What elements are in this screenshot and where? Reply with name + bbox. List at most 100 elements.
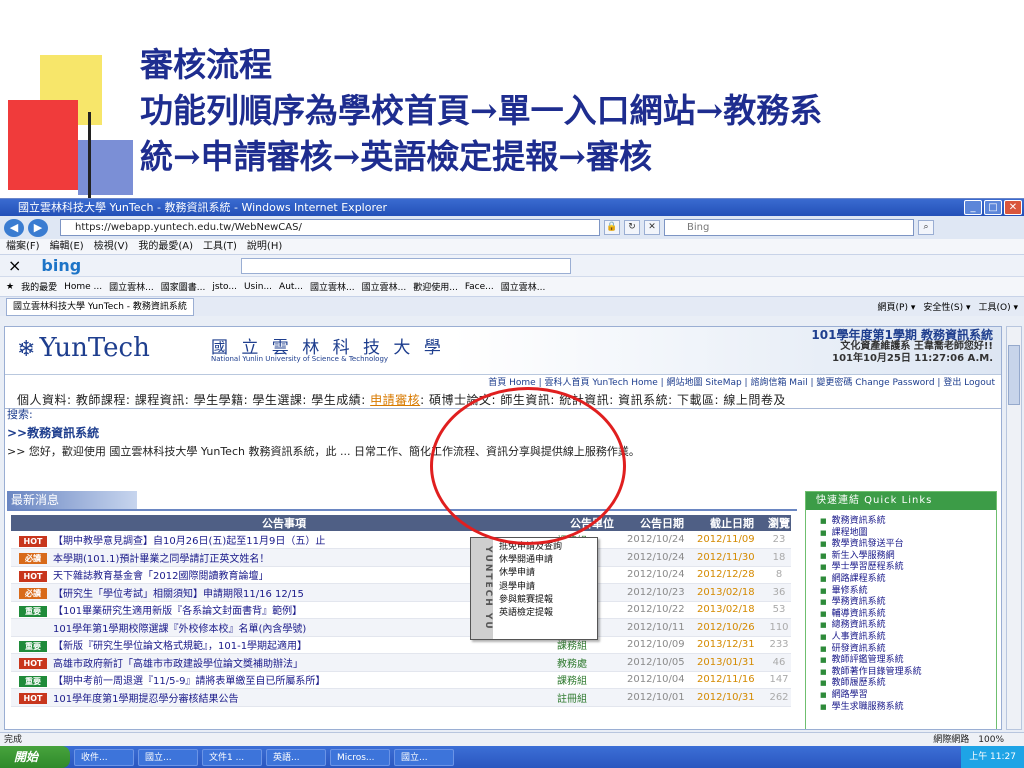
stop-icon[interactable]: ✕ [644, 220, 660, 235]
task-item[interactable]: 收件... [74, 748, 134, 766]
quick-link-item[interactable]: 輔導資訊系統 [820, 609, 996, 621]
nav-apply-review[interactable]: 申請審核 [370, 393, 420, 407]
page-scrollbar[interactable] [1006, 326, 1022, 730]
dropdown-item[interactable]: 退學申請 [499, 581, 562, 594]
favorites-label[interactable]: 我的最愛 [21, 280, 57, 293]
quick-link-item[interactable]: 學生求職服務系統 [820, 702, 996, 714]
favorite-item[interactable]: Usin... [244, 282, 272, 292]
system-tray-clock[interactable]: 上午 11:27 [961, 746, 1024, 768]
news-subject[interactable]: HOT 高雄市政府新訂「高雄市市政建設學位論文獎補助辦法」 [11, 653, 557, 672]
dropdown-item[interactable]: 休學開通申請 [499, 554, 562, 567]
news-subject-text[interactable]: 101學年度第1學期提忍學分審核結果公告 [53, 694, 238, 705]
quick-link-item[interactable]: 新生入學服務網 [820, 551, 996, 563]
favorites-bar: ★ 我的最愛 Home ... 國立雲林... 國家圖書... jsto... … [0, 276, 1024, 296]
favorite-item[interactable]: Face... [465, 282, 494, 292]
address-bar[interactable]: https://webapp.yuntech.edu.tw/WebNewCAS/ [60, 219, 600, 236]
col-end: 截止日期 [697, 515, 767, 531]
news-pub-date: 2012/10/23 [627, 583, 697, 602]
menu-favorites[interactable]: 我的最愛(A) [138, 239, 193, 254]
news-subject-text[interactable]: 高雄市政府新訂「高雄市市政建設學位論文獎補助辦法」 [53, 659, 303, 670]
yuntech-logo[interactable]: ❄ YunTech [17, 333, 150, 363]
tool-tools[interactable]: 工具(O) ▾ [979, 300, 1019, 313]
quick-link-item[interactable]: 網路課程系統 [820, 574, 996, 586]
news-subject-text[interactable]: 【期中教學意見調查】自10月26日(五)起至11月9日（五）止 [53, 536, 325, 547]
menu-tools[interactable]: 工具(T) [203, 239, 237, 254]
quick-link-item[interactable]: 學士學習歷程系統 [820, 562, 996, 574]
news-subject[interactable]: 重要 【期中考前一周退選『11/5-9』請將表單繳至自已所屬系所】 [11, 671, 557, 689]
task-item[interactable]: 文件1 ... [202, 748, 262, 766]
apply-review-dropdown: YUNTECH YU 抵免申請及查詢 休學開通申請 休學申請 退學申請 參與競賽… [470, 537, 598, 640]
nav-items-left[interactable]: 個人資料: 教師課程: 課程資訊: 學生學籍: 學生選課: 學生成績: [17, 393, 370, 407]
favorite-item[interactable]: 國立雲林... [501, 280, 546, 293]
quick-link-item[interactable]: 教師著作目錄管理系統 [820, 667, 996, 679]
table-row[interactable]: 重要 【新版『研究生學位論文格式規範』，101-1學期起適用】 課務組 2012/10… [11, 636, 791, 654]
refresh-icon[interactable]: ↻ [624, 220, 640, 235]
menu-file[interactable]: 檔案(F) [6, 239, 40, 254]
news-subject-text[interactable]: 【101畢業研究生適用新版『各系論文封面書背』範例】 [53, 606, 302, 617]
favorite-item[interactable]: Home ... [64, 282, 102, 292]
task-item[interactable]: 英語... [266, 748, 326, 766]
back-icon[interactable]: ◀ [4, 218, 24, 237]
table-row[interactable]: 重要【101畢業研究生適用新版『各系論文封面書背』範例】課務組2012/10/2… [11, 601, 791, 619]
quick-link-item[interactable]: 教務資訊系統 [820, 516, 996, 528]
favorite-item[interactable]: Aut... [279, 282, 303, 292]
tab-active[interactable]: 國立雲林科技大學 YunTech - 教務資訊系統 [6, 297, 194, 316]
tool-page[interactable]: 網頁(P) ▾ [878, 300, 916, 313]
news-subject-text[interactable]: 本學期(101.1)預計畢業之同學請訂正英文姓名！ [53, 554, 269, 565]
table-row[interactable]: 重要 【期中考前一周退選『11/5-9』請將表單繳至自已所屬系所】 課務組 2012/… [11, 671, 791, 689]
menu-edit[interactable]: 編輯(E) [50, 239, 84, 254]
news-subject-text[interactable]: 【研究生「學位考試」相關須知】申請期限11/16 12/15 [53, 589, 304, 600]
table-row[interactable]: HOT 101學年度第1學期提忍學分審核結果公告 註冊組 2012/10/01 2012… [11, 688, 791, 707]
maximize-button[interactable]: □ [984, 200, 1002, 215]
favorite-item[interactable]: 國立雲林... [310, 280, 355, 293]
quick-link-item[interactable]: 網路學習 [820, 690, 996, 702]
news-subject-text[interactable]: 101學年第1學期校際選課『外校修本校』名單(內含學號) [53, 624, 306, 635]
table-row[interactable]: 101學年第1學期校際選課『外校修本校』名單(內含學號)課務組2012/10/1… [11, 618, 791, 637]
table-row[interactable]: HOT天下雜誌教育基金會「2012國際閱讀教育論壇」教務處2012/10/242… [11, 566, 791, 584]
minimize-button[interactable]: _ [964, 200, 982, 215]
news-subject-text[interactable]: 【期中考前一周退選『11/5-9』請將表單繳至自已所屬系所】 [53, 676, 325, 687]
quick-link-item[interactable]: 研發資訊系統 [820, 644, 996, 656]
bing-logo: bing [41, 256, 82, 275]
news-subject[interactable]: HOT 101學年度第1學期提忍學分審核結果公告 [11, 688, 557, 707]
news-subject-text[interactable]: 【新版『研究生學位論文格式規範』，101-1學期起適用】 [53, 641, 307, 652]
table-row[interactable]: 必讀本學期(101.1)預計畢業之同學請訂正英文姓名！註冊組2012/10/24… [11, 548, 791, 567]
favorite-item[interactable]: 國立雲林... [109, 280, 154, 293]
search-input[interactable]: Bing [664, 219, 914, 236]
zoom-level[interactable]: 100% [978, 735, 1004, 745]
quick-link-item[interactable]: 課程地圖 [820, 528, 996, 540]
favorite-item[interactable]: jsto... [212, 282, 237, 292]
quick-link-item[interactable]: 教學資訊發送平台 [820, 539, 996, 551]
quick-link-item[interactable]: 人事資訊系統 [820, 632, 996, 644]
favorite-item[interactable]: 歡迎使用... [413, 280, 458, 293]
close-toolbar-icon[interactable]: × [8, 256, 21, 275]
window-titlebar: 國立雲林科技大學 YunTech - 教務資訊系統 - Windows Inte… [0, 199, 1024, 216]
search-icon[interactable]: ⌕ [918, 220, 934, 235]
bing-search-input[interactable] [241, 257, 572, 274]
dropdown-item[interactable]: 休學申請 [499, 567, 562, 580]
dropdown-item[interactable]: 參與競賽提報 [499, 594, 562, 607]
quick-link-item[interactable]: 總務資訊系統 [820, 620, 996, 632]
quick-link-item[interactable]: 教師評鑑管理系統 [820, 655, 996, 667]
favorite-item[interactable]: 國家圖書... [161, 280, 206, 293]
quick-link-item[interactable]: 畢修系統 [820, 586, 996, 598]
scroll-thumb[interactable] [1008, 345, 1020, 405]
table-row[interactable]: 必讀【研究生「學位考試」相關須知】申請期限11/16 12/15課務組2012/… [11, 583, 791, 602]
close-button[interactable]: ✕ [1004, 200, 1022, 215]
quick-link-item[interactable]: 教師履歷系統 [820, 678, 996, 690]
task-item[interactable]: 國立... [394, 748, 454, 766]
table-row[interactable]: HOT【期中教學意見調查】自10月26日(五)起至11月9日（五）止課務組201… [11, 531, 791, 549]
favorite-item[interactable]: 國立雲林... [362, 280, 407, 293]
tool-safety[interactable]: 安全性(S) ▾ [923, 300, 970, 313]
quick-link-item[interactable]: 學務資訊系統 [820, 597, 996, 609]
task-item[interactable]: 國立... [138, 748, 198, 766]
lock-icon[interactable]: 🔒 [604, 220, 620, 235]
table-row[interactable]: HOT 高雄市政府新訂「高雄市市政建設學位論文獎補助辦法」 教務處 2012/10/0… [11, 653, 791, 672]
menu-view[interactable]: 檢視(V) [94, 239, 129, 254]
forward-icon[interactable]: ▶ [28, 218, 48, 237]
news-subject-text[interactable]: 天下雜誌教育基金會「2012國際閱讀教育論壇」 [53, 571, 268, 582]
dropdown-item-english-test[interactable]: 英語檢定提報 [499, 607, 562, 620]
menu-help[interactable]: 說明(H) [247, 239, 282, 254]
start-button[interactable]: 開始 [0, 746, 70, 768]
task-item[interactable]: Micros... [330, 748, 390, 766]
